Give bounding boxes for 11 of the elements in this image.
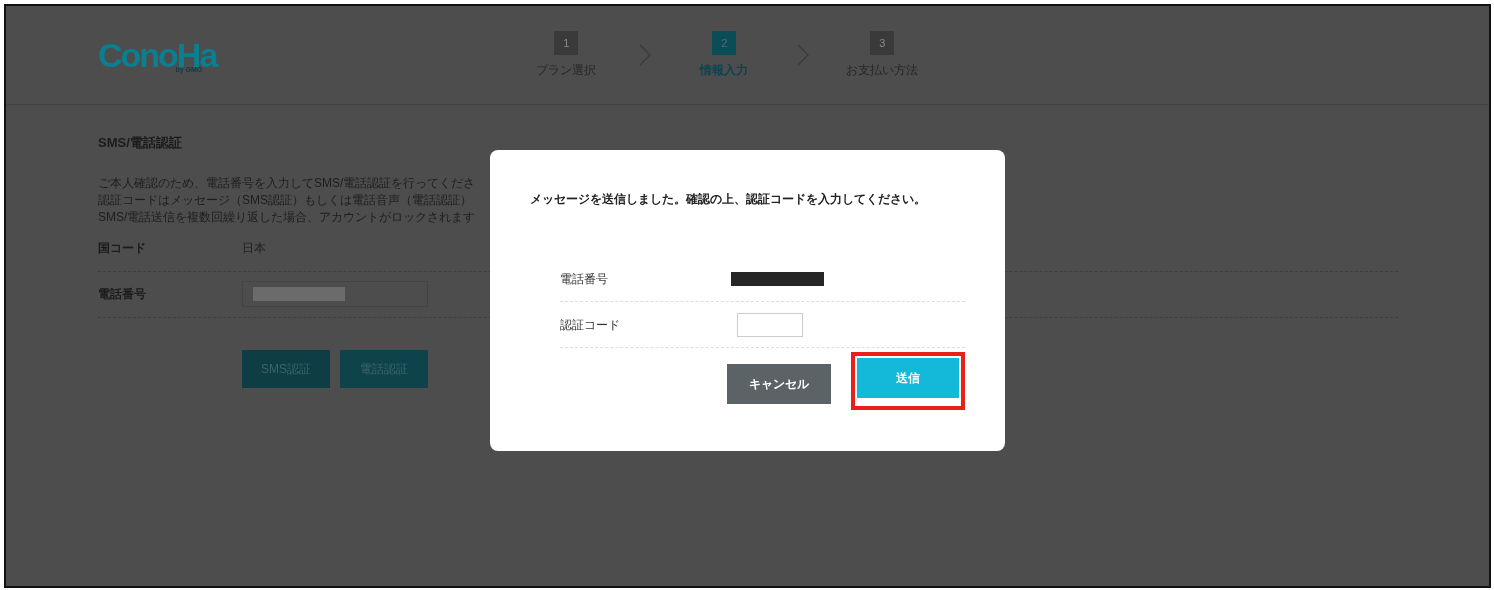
field-label: 電話番号 [560, 270, 609, 288]
step-number: 1 [554, 31, 579, 55]
field-label: 認証コード [560, 316, 621, 334]
code-input[interactable] [737, 312, 803, 337]
step-label: 情報入力 [700, 62, 749, 79]
phone-input[interactable] [242, 281, 428, 308]
dialog-message: メッセージを送信しました。確認の上、認証コードを入力してください。 [530, 191, 927, 208]
cancel-button[interactable]: キャンセル [727, 364, 831, 404]
step-number: 3 [870, 31, 895, 55]
step-number: 2 [712, 31, 737, 55]
send-button[interactable]: 送信 [857, 358, 959, 398]
